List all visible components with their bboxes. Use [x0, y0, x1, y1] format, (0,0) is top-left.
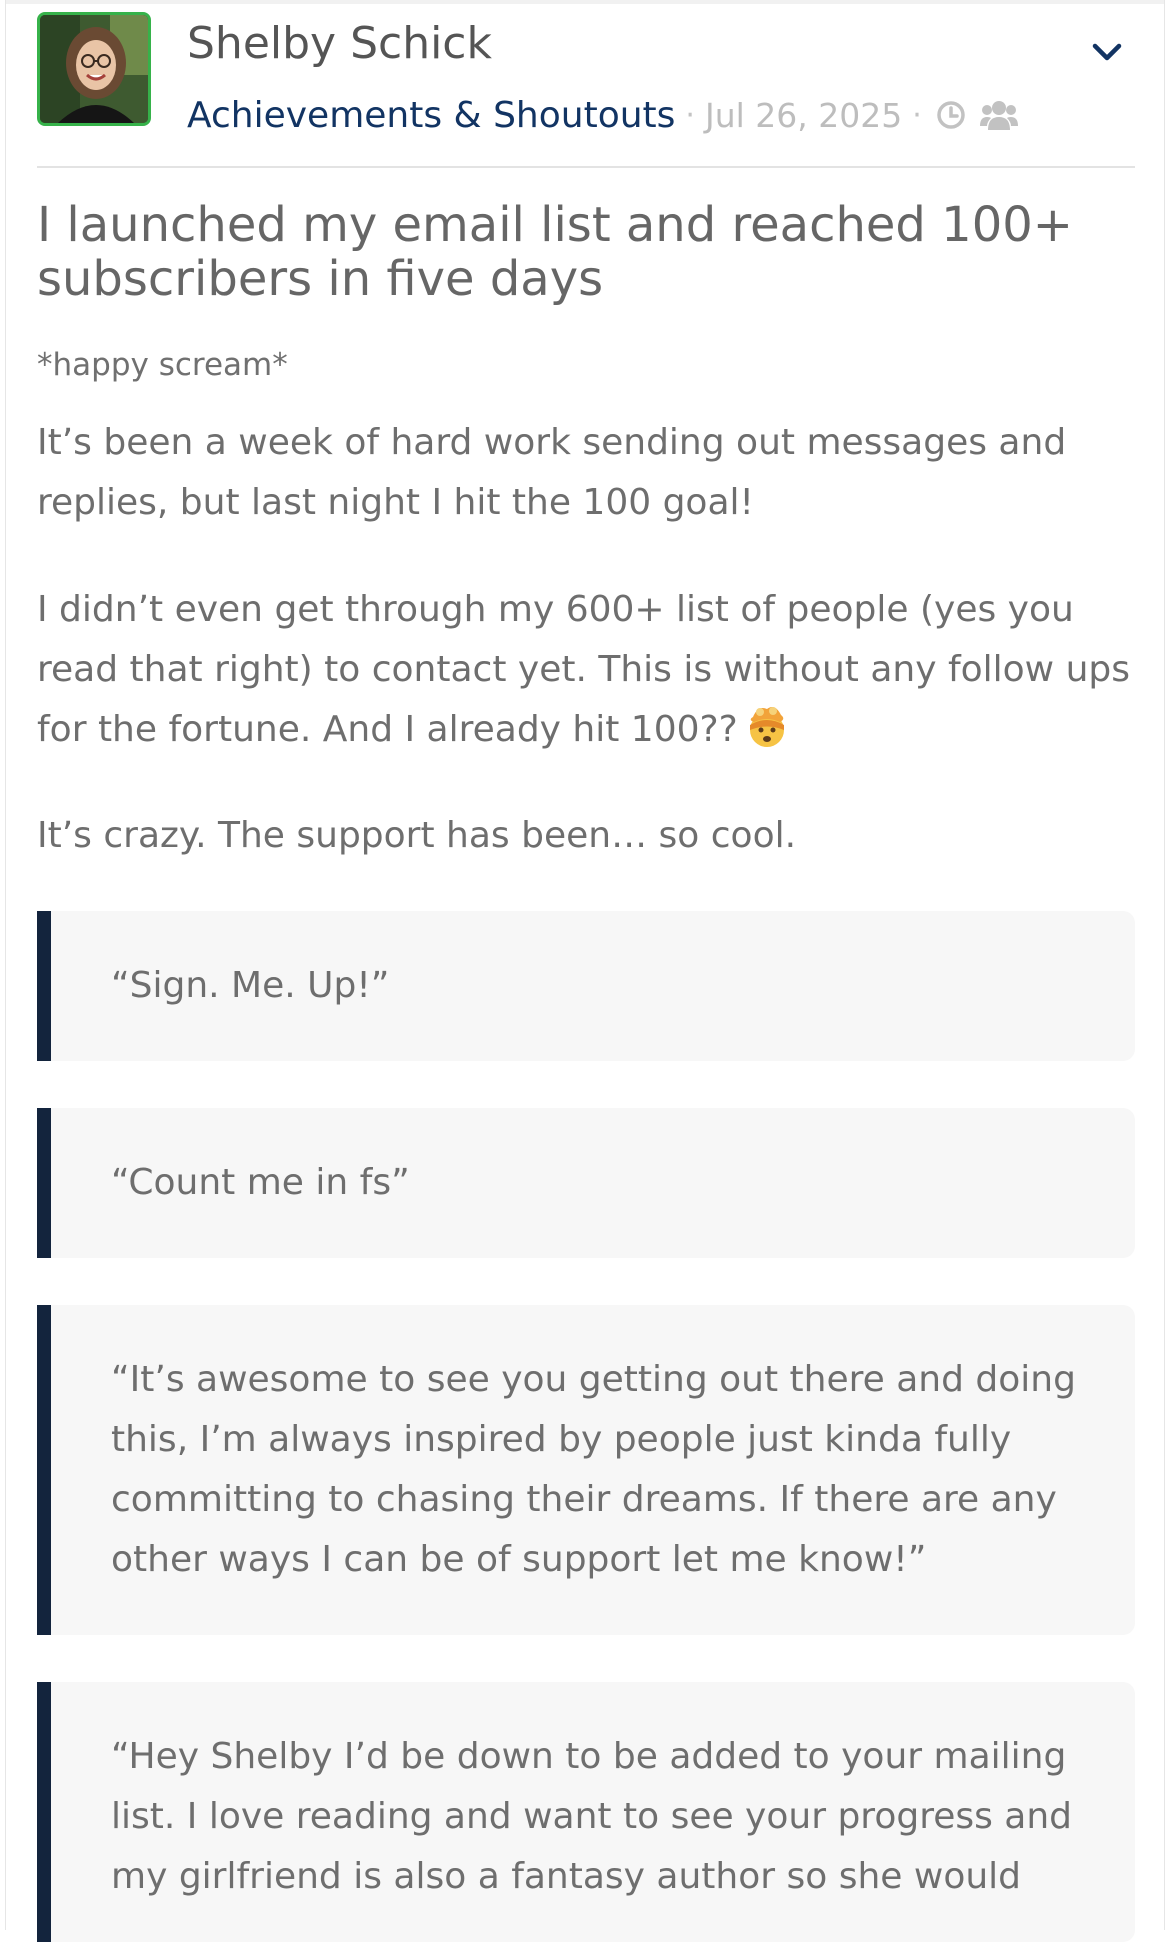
- quote-block: “Sign. Me. Up!”: [37, 911, 1135, 1061]
- quote-block: “Count me in fs”: [37, 1108, 1135, 1258]
- quote-text: “Hey Shelby I’d be down to be added to y…: [111, 1736, 1073, 1897]
- top-edge: [6, 0, 1164, 4]
- header-divider: [37, 166, 1135, 168]
- author-name[interactable]: Shelby Schick: [187, 18, 492, 70]
- category-link[interactable]: Achievements & Shoutouts: [187, 95, 675, 136]
- post-subtitle: *happy scream*: [37, 347, 288, 383]
- post-card: Shelby Schick Achievements & Shoutouts ·…: [5, 0, 1165, 1942]
- author-photo: [40, 15, 148, 123]
- post-paragraph: I didn’t even get through my 600+ list o…: [37, 580, 1137, 760]
- exploding-head-emoji: [744, 703, 790, 749]
- quote-block: “It’s awesome to see you getting out the…: [37, 1305, 1135, 1635]
- quote-block: “Hey Shelby I’d be down to be added to y…: [37, 1682, 1135, 1942]
- post-meta: Achievements & Shoutouts · Jul 26, 2025 …: [187, 90, 1018, 140]
- avatar[interactable]: [37, 12, 151, 126]
- post-date: Jul 26, 2025: [704, 95, 903, 135]
- quote-text: “Count me in fs”: [111, 1162, 410, 1203]
- post-paragraph: It’s been a week of hard work sending ou…: [37, 422, 1067, 523]
- meta-separator: ·: [912, 97, 922, 133]
- post-header: Shelby Schick Achievements & Shoutouts ·…: [37, 12, 1137, 136]
- quote-text: “It’s awesome to see you getting out the…: [111, 1359, 1076, 1580]
- chevron-down-icon[interactable]: [1087, 32, 1127, 72]
- quote-text: “Sign. Me. Up!”: [111, 965, 390, 1006]
- post-paragraph-text: I didn’t even get through my 600+ list o…: [37, 589, 1130, 750]
- post-title: I launched my email list and reached 100…: [37, 197, 1073, 307]
- post-paragraph: It’s crazy. The support has been… so coo…: [37, 815, 797, 856]
- meta-separator: ·: [685, 97, 695, 133]
- group-icon: [979, 99, 1018, 131]
- clock-icon: [936, 100, 966, 130]
